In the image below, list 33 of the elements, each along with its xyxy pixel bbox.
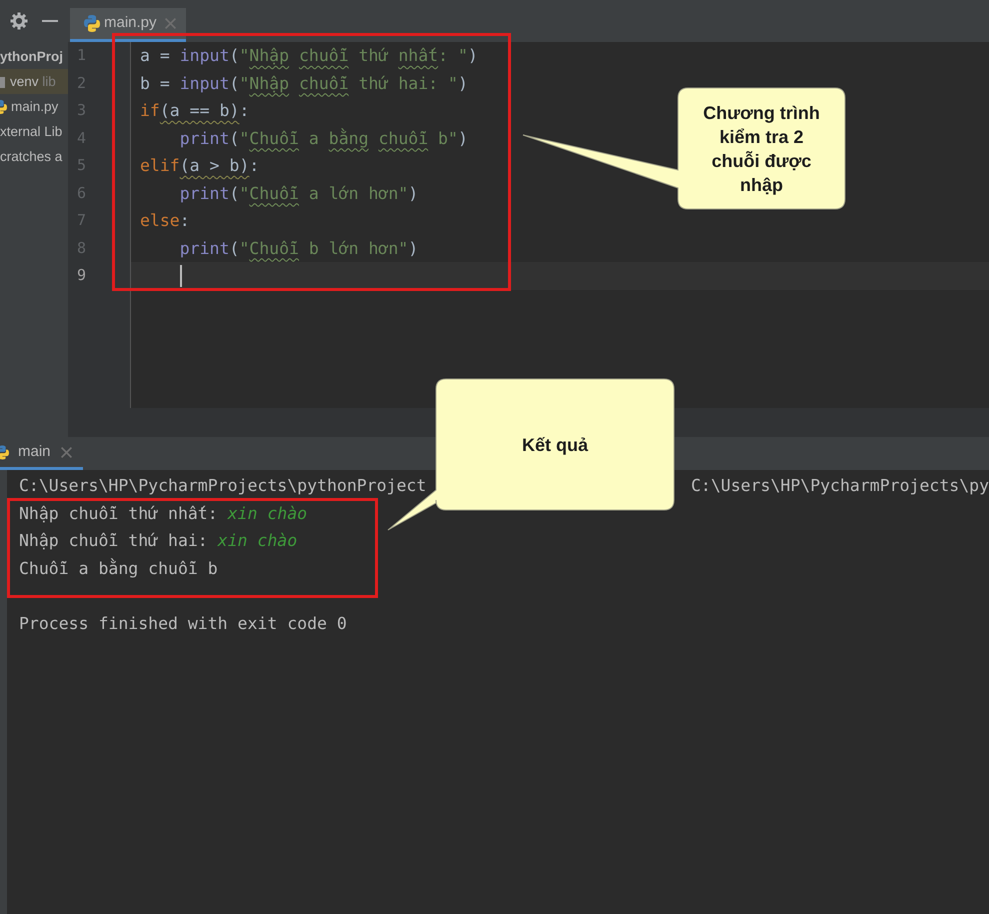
project-tree-item[interactable]: ythonProj bbox=[0, 44, 68, 69]
console-command-text: C:\Users\HP\PycharmProjects\py bbox=[690, 475, 989, 497]
run-tab[interactable]: main bbox=[0, 437, 83, 470]
code-line: else: bbox=[140, 211, 190, 230]
console-command-text: C:\Users\HP\PycharmProjects\pythonProject bbox=[19, 475, 426, 497]
code-line: elif(a > b): bbox=[140, 156, 260, 175]
code-line: print("Chuỗi a bằng chuỗi b") bbox=[180, 128, 468, 148]
code-line: if(a == b): bbox=[140, 101, 250, 120]
callout-text: Chương trình kiểm tra 2 chuỗi được nhập bbox=[702, 102, 821, 196]
text-cursor-icon bbox=[180, 265, 182, 288]
settings-icon[interactable] bbox=[10, 12, 28, 30]
console-output-text: Chuỗi a bằng chuỗi b bbox=[19, 558, 218, 578]
close-icon[interactable] bbox=[164, 18, 176, 29]
console-prompt-text: Nhập chuỗi thứ hai: bbox=[19, 531, 208, 550]
project-tree-item[interactable]: main.py bbox=[0, 94, 68, 119]
callout-text: Kết quả bbox=[522, 434, 588, 456]
code-line: print("Chuỗi b lớn hơn") bbox=[180, 238, 418, 258]
console-status-text: Process finished with exit code 0 bbox=[19, 614, 347, 632]
python-icon bbox=[0, 100, 7, 114]
project-tree-item[interactable]: xternal Lib bbox=[0, 119, 68, 144]
console-input-text: xin chào bbox=[218, 531, 298, 550]
console-input-text: xin chào bbox=[228, 504, 308, 522]
python-icon bbox=[84, 15, 100, 32]
code-line: a = input("Nhập chuỗi thứ nhất: ") bbox=[140, 46, 478, 65]
close-icon[interactable] bbox=[60, 446, 72, 458]
file-tab[interactable]: main.py bbox=[70, 8, 186, 42]
line-number: 9 bbox=[77, 266, 86, 284]
code-line: print("Chuỗi a lớn hơn") bbox=[180, 184, 418, 202]
project-tree-item[interactable]: cratches a bbox=[0, 144, 68, 169]
code-line: b = input("Nhập chuỗi thứ hai: ") bbox=[140, 74, 468, 92]
console-prompt-text: Nhập chuỗi thứ nhất: bbox=[19, 504, 218, 522]
python-icon bbox=[0, 444, 9, 460]
folder-icon bbox=[0, 76, 5, 88]
